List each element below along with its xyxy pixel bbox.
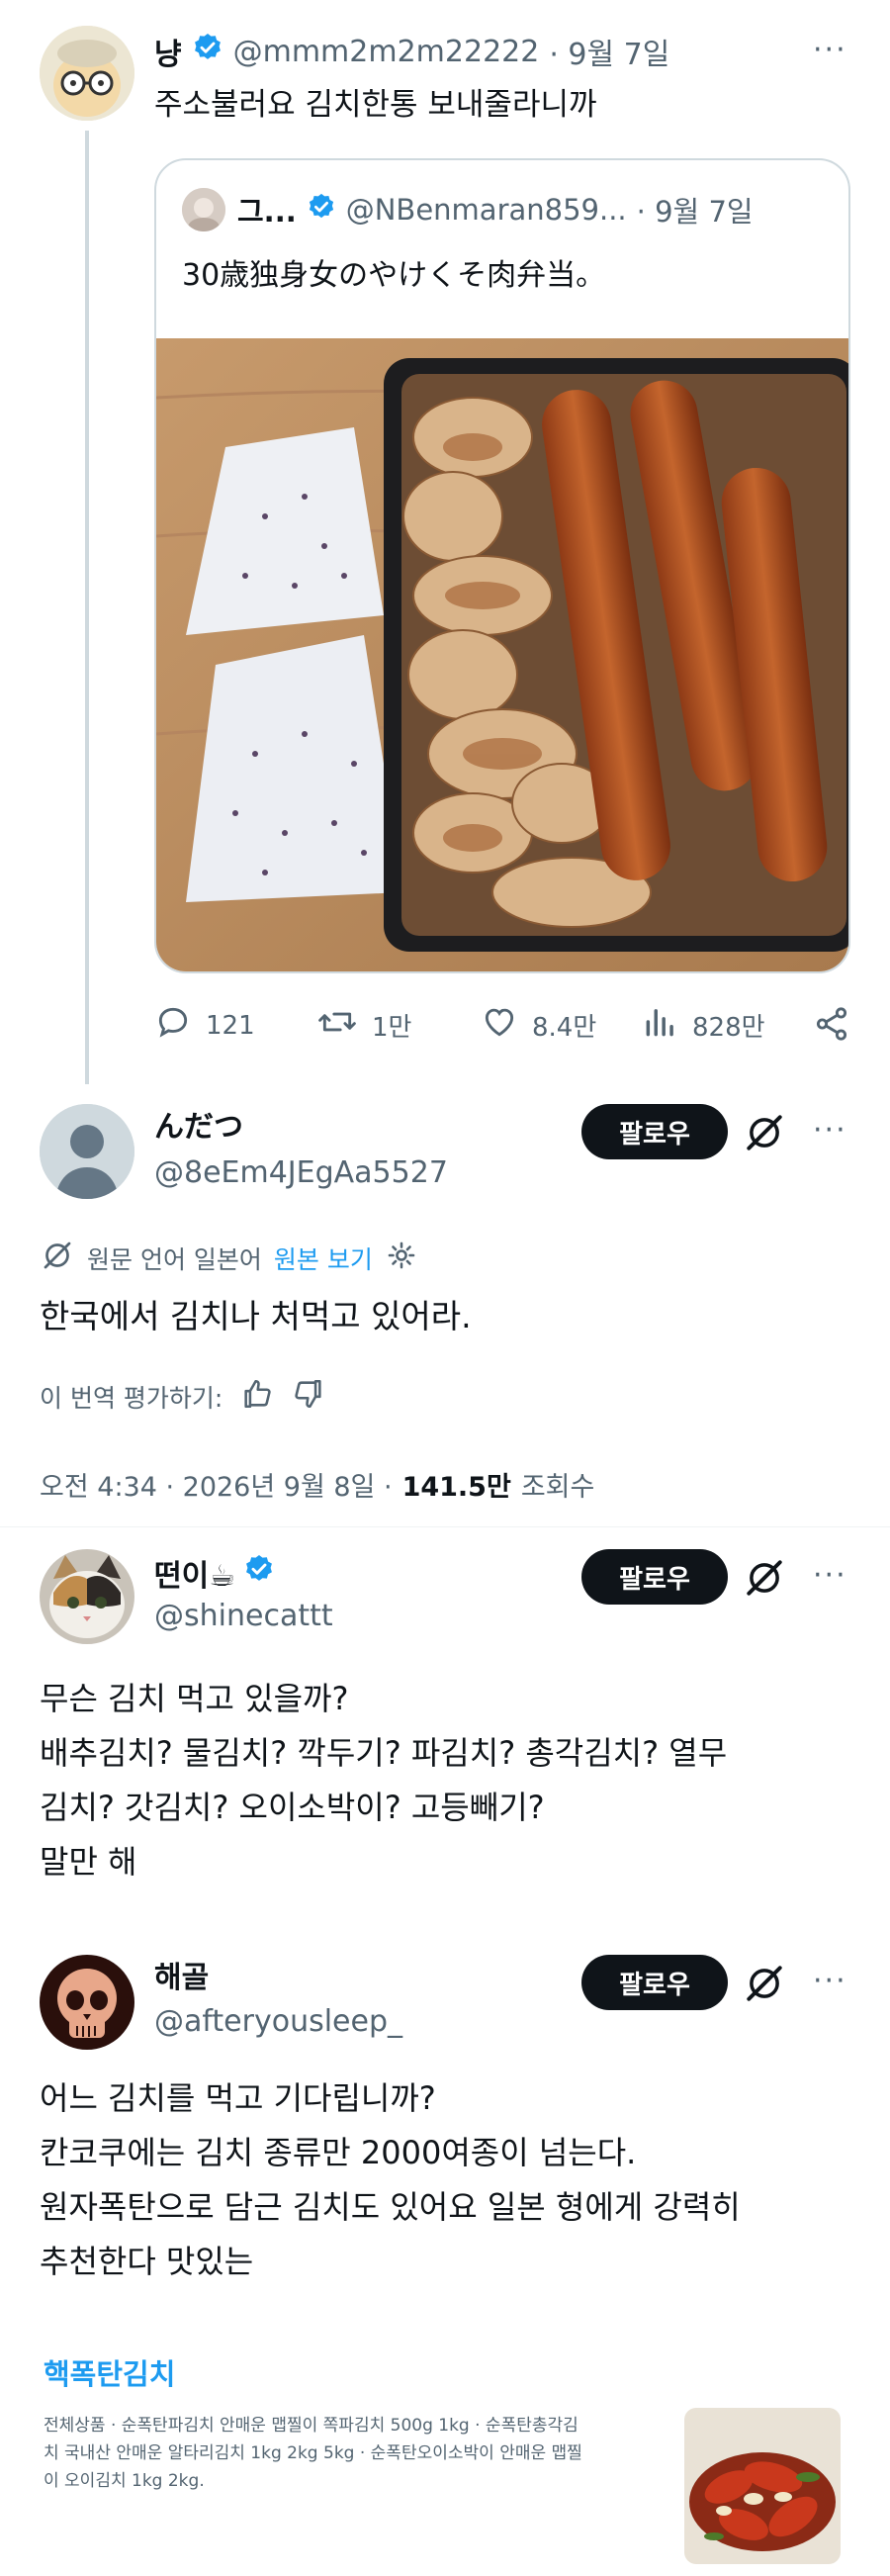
tweet-photo[interactable] bbox=[156, 338, 848, 971]
rate-translation-label: 이 번역 평가하기: bbox=[40, 1384, 223, 1413]
handle[interactable]: @mmm2m2m22222 bbox=[233, 35, 540, 69]
tweet-timestamp-row: 오전 4:34 · 2026년 9월 8일 · 141.5만 조회수 bbox=[40, 1464, 594, 1504]
quoted-tweet-card[interactable]: 그... @NBenmaran859... · 9월 7일 30歳独身女のやけく… bbox=[154, 158, 850, 973]
more-options-icon[interactable]: ··· bbox=[813, 1561, 847, 1591]
handle[interactable]: @afteryousleep_ bbox=[154, 2002, 402, 2042]
avatar[interactable] bbox=[40, 1549, 134, 1644]
settings-gear-icon[interactable] bbox=[385, 1239, 418, 1278]
quoted-handle: @NBenmaran859... bbox=[345, 193, 627, 227]
tweet-date[interactable]: · 9월 7일 bbox=[549, 30, 669, 73]
verified-badge-icon bbox=[243, 1553, 275, 1593]
views-icon bbox=[643, 1003, 678, 1048]
verified-badge-icon bbox=[307, 192, 336, 229]
more-options-icon[interactable]: ··· bbox=[813, 1967, 847, 1996]
thread-line bbox=[85, 131, 89, 1084]
reply-text: 무슨 김치 먹고 있을까? 배추김치? 물김치? 깍두기? 파김치? 총각김치?… bbox=[40, 1680, 728, 1881]
reply-text: 어느 김치를 먹고 기다립니까? 칸코쿠에는 김치 종류만 2000여종이 넘는… bbox=[40, 2079, 741, 2280]
view-count-label: 조회수 bbox=[520, 1471, 595, 1503]
quoted-display-name: 그... bbox=[237, 195, 297, 229]
tweet-timestamp[interactable]: 오전 4:34 · 2026년 9월 8일 · bbox=[40, 1465, 393, 1504]
retweet-button[interactable]: 1만 bbox=[316, 1003, 411, 1048]
link-card[interactable]: 핵폭탄김치 전체상품 · 순폭탄파김치 안매운 맵찔이 쪽파김치 500g 1k… bbox=[0, 2339, 890, 2576]
grok-icon[interactable] bbox=[744, 1557, 785, 1603]
quoted-text: 30歳独身女のやけくそ肉弁当。 bbox=[182, 258, 606, 293]
follow-button[interactable]: 팔로우 bbox=[581, 1549, 728, 1605]
tweet-text: 한국에서 김치나 처먹고 있어라. bbox=[40, 1297, 472, 1335]
like-count: 8.4만 bbox=[532, 1013, 597, 1043]
views-count: 828만 bbox=[692, 1013, 765, 1043]
share-icon[interactable] bbox=[813, 1005, 850, 1047]
quoted-header: 그... @NBenmaran859... · 9월 7일 bbox=[237, 188, 754, 231]
grok-icon[interactable] bbox=[744, 1112, 785, 1157]
thumbs-up-icon[interactable] bbox=[240, 1377, 274, 1417]
translate-icon bbox=[40, 1238, 75, 1279]
verified-badge-icon bbox=[192, 32, 223, 71]
handle[interactable]: @8eEm4JEgAa5527 bbox=[154, 1153, 448, 1193]
translation-note: 원문 언어 일본어 bbox=[87, 1245, 262, 1274]
reply-count: 121 bbox=[206, 1010, 255, 1041]
quoted-date: · 9월 7일 bbox=[636, 195, 754, 229]
view-count: 141.5만 bbox=[401, 1471, 511, 1503]
retweet-count: 1만 bbox=[372, 1013, 412, 1043]
views-button[interactable]: 828만 bbox=[643, 1003, 765, 1048]
reply-icon bbox=[154, 1003, 192, 1048]
more-options-icon[interactable]: ··· bbox=[813, 36, 847, 65]
like-button[interactable]: 8.4만 bbox=[481, 1003, 596, 1048]
display-name[interactable]: 해골 bbox=[154, 1959, 209, 1998]
reply-header: 떤이☕ bbox=[154, 1551, 275, 1595]
reply-button[interactable]: 121 bbox=[154, 1003, 255, 1048]
follow-button[interactable]: 팔로우 bbox=[581, 1955, 728, 2010]
follow-button[interactable]: 팔로우 bbox=[581, 1104, 728, 1159]
thumbs-down-icon[interactable] bbox=[292, 1377, 325, 1417]
link-card-thumbnail[interactable] bbox=[684, 2408, 841, 2564]
display-name[interactable]: 냥 bbox=[154, 30, 182, 73]
display-name[interactable]: 떤이☕ bbox=[154, 1551, 235, 1595]
view-original-link[interactable]: 원본 보기 bbox=[274, 1241, 373, 1276]
heart-icon bbox=[481, 1003, 518, 1048]
display-name[interactable]: んだつ bbox=[154, 1108, 243, 1148]
handle[interactable]: @shinecattt bbox=[154, 1597, 333, 1636]
quoted-avatar bbox=[182, 188, 225, 231]
rate-translation-row: 이 번역 평가하기: bbox=[40, 1377, 325, 1417]
translation-row: 원문 언어 일본어 원본 보기 bbox=[40, 1239, 418, 1278]
divider bbox=[0, 1526, 890, 1527]
tweet-header: 냥 @mmm2m2m22222 · 9월 7일 bbox=[154, 30, 669, 73]
retweet-icon bbox=[316, 1003, 358, 1048]
tweet-text: 주소불러요 김치한통 보내줄라니까 bbox=[154, 87, 597, 123]
avatar[interactable] bbox=[40, 1104, 134, 1199]
more-options-icon[interactable]: ··· bbox=[813, 1116, 847, 1146]
avatar[interactable] bbox=[40, 1955, 134, 2050]
grok-icon[interactable] bbox=[744, 1963, 785, 2008]
avatar[interactable] bbox=[40, 26, 134, 121]
link-card-title[interactable]: 핵폭탄김치 bbox=[44, 2354, 175, 2394]
link-card-description: 전체상품 · 순폭탄파김치 안매운 맵찔이 쪽파김치 500g 1kg · 순폭… bbox=[44, 2416, 582, 2491]
